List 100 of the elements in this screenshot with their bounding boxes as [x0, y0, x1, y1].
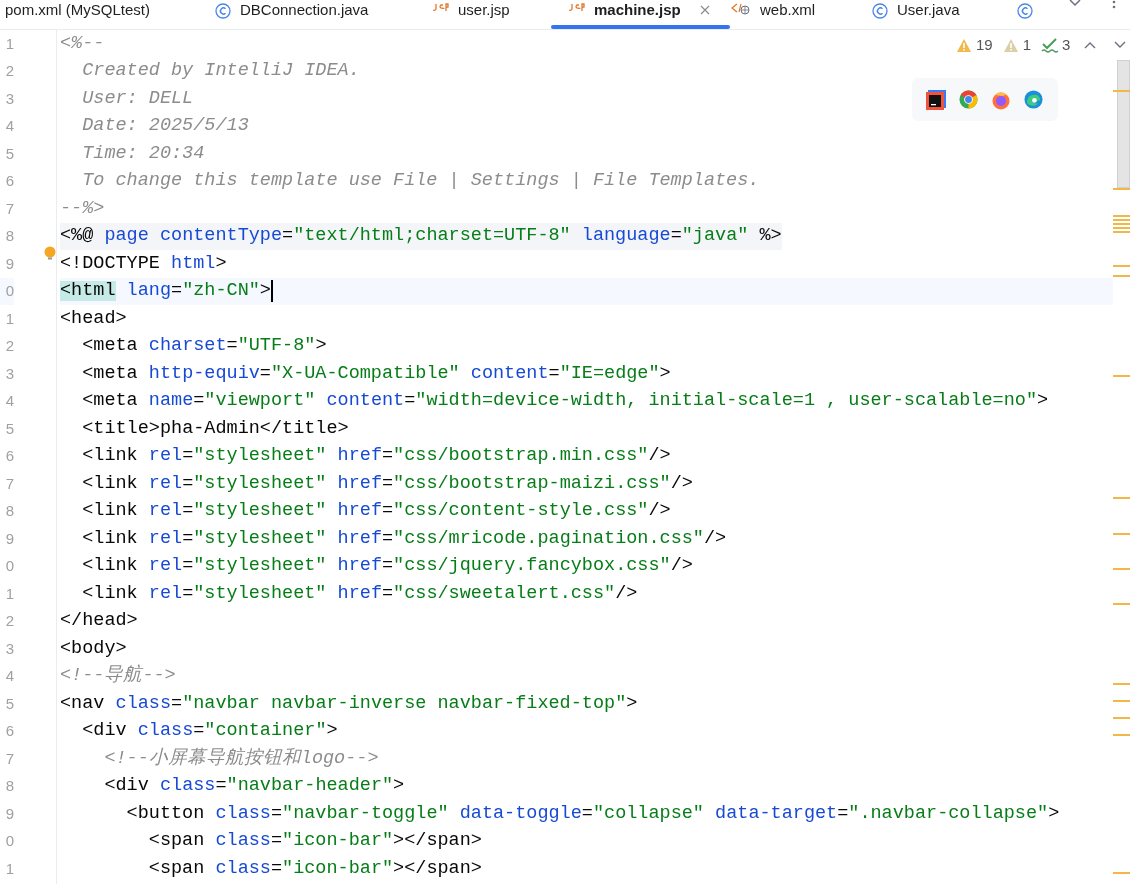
- code-tag: <meta: [60, 363, 138, 384]
- error-stripe-mark[interactable]: [1113, 603, 1130, 605]
- code-attribute: rel: [147, 446, 183, 467]
- code-text: =: [182, 583, 194, 604]
- code-text: =: [182, 556, 194, 577]
- error-stripe-mark[interactable]: [1113, 568, 1130, 570]
- error-stripe-mark[interactable]: [1113, 188, 1130, 190]
- close-icon[interactable]: [699, 5, 710, 15]
- code-text: =: [182, 473, 194, 494]
- code-comment: <!--导航-->: [60, 666, 176, 687]
- code-attribute: data-target: [714, 803, 838, 824]
- line-number: 6: [5, 171, 14, 191]
- error-stripe-mark[interactable]: [1113, 683, 1130, 685]
- edge-icon[interactable]: [1024, 90, 1043, 109]
- more-icon[interactable]: [1112, 0, 1116, 10]
- code-tag: </title>: [259, 418, 349, 439]
- code-comment: <!--小屏幕导航按钮和logo-->: [103, 748, 379, 769]
- editor-tab[interactable]: DBConnection.java: [215, 0, 369, 29]
- code-tag: >: [1048, 803, 1060, 824]
- line-number: 4: [5, 116, 14, 136]
- code-attribute: href: [336, 528, 382, 549]
- code-text: =: [215, 776, 227, 797]
- scroll-thumb[interactable]: [1117, 60, 1130, 188]
- code-tag: />: [648, 501, 671, 522]
- matched-tag: <html: [60, 281, 116, 302]
- line-number: 6: [5, 721, 14, 741]
- code-text: =: [270, 858, 283, 879]
- error-stripe-mark[interactable]: [1113, 700, 1130, 702]
- code-string: "navbar-toggle": [282, 803, 449, 824]
- code-string: "stylesheet": [193, 528, 327, 549]
- weak-warning-icon[interactable]: [1002, 37, 1019, 53]
- class-icon: [872, 3, 888, 19]
- code-tag: <meta: [60, 336, 138, 357]
- code-text: =: [837, 803, 849, 824]
- code-text: =: [259, 363, 271, 384]
- error-stripe-mark[interactable]: [1113, 215, 1130, 217]
- error-stripe-mark[interactable]: [1113, 497, 1130, 499]
- code-tag: >: [215, 253, 227, 274]
- line-number: 5: [5, 418, 14, 439]
- next-icon[interactable]: [1114, 41, 1127, 50]
- code-string: "UTF-8": [237, 336, 316, 357]
- code-string: "css/sweetalert.css": [393, 583, 616, 604]
- bulb-icon[interactable]: [44, 246, 56, 260]
- code-attribute: href: [336, 583, 382, 604]
- jsp-file-icon: [568, 3, 585, 12]
- error-stripe-mark[interactable]: [1113, 275, 1130, 277]
- code-text: =: [382, 473, 394, 494]
- editor-tab[interactable]: machine.jsp: [551, 0, 730, 29]
- chrome-icon[interactable]: [959, 90, 978, 109]
- line-number: 3: [5, 88, 14, 109]
- weak-warning-count: 1: [1022, 35, 1032, 55]
- code-text: =: [270, 803, 283, 824]
- error-stripe-mark[interactable]: [1113, 872, 1130, 874]
- code-attribute: href: [336, 501, 382, 522]
- line-number: 7: [5, 473, 14, 494]
- error-stripe-mark[interactable]: [1113, 265, 1130, 267]
- warning-count: 19: [976, 35, 993, 55]
- editor-tab[interactable]: user.jsp: [432, 0, 510, 29]
- code-tag: >: [659, 363, 671, 384]
- warning-icon[interactable]: [956, 37, 972, 53]
- error-stripe-mark[interactable]: [1113, 231, 1130, 233]
- code-comment: To change this template use File | Settings | File Templates.: [81, 171, 760, 192]
- code-text: =: [193, 721, 205, 742]
- error-stripe-mark[interactable]: [1113, 223, 1130, 225]
- code-tag: <%@: [60, 226, 94, 247]
- line-number: 5: [5, 143, 14, 164]
- line-number: 6: [5, 446, 14, 466]
- code-tag: <nav: [60, 693, 105, 714]
- line-number: 2: [5, 336, 14, 356]
- error-stripe-mark[interactable]: [1113, 717, 1130, 719]
- typo-check-icon[interactable]: [1041, 37, 1059, 53]
- editor-tab[interactable]: pom.xml (MySQLtest): [5, 0, 151, 29]
- editor-tab[interactable]: User.java: [872, 0, 960, 29]
- code-attribute: href: [336, 473, 382, 494]
- line-number: 9: [5, 528, 14, 549]
- class-icon: [1017, 3, 1033, 19]
- code-text: =: [270, 831, 283, 852]
- firefox-icon[interactable]: [991, 89, 1011, 110]
- code-tag: <!DOCTYPE: [60, 253, 160, 274]
- code-text: =: [182, 501, 194, 522]
- error-stripe-mark[interactable]: [1113, 734, 1130, 736]
- error-stripe-mark[interactable]: [1113, 227, 1130, 229]
- error-stripe-mark[interactable]: [1113, 219, 1130, 221]
- code-tag: %>: [748, 226, 782, 247]
- code-string: "viewport": [204, 391, 316, 412]
- ide-icon[interactable]: [926, 89, 946, 110]
- error-stripe-mark[interactable]: [1113, 533, 1130, 535]
- code-string: "css/mricode.pagination.css": [393, 528, 704, 549]
- editor-tab[interactable]: web.xml: [731, 0, 815, 29]
- line-number: 4: [5, 391, 14, 411]
- code-tag: <link: [60, 528, 138, 549]
- code-text: =: [171, 693, 183, 714]
- code-string: "collapse": [592, 803, 704, 824]
- code-tag: <link: [60, 473, 138, 494]
- error-stripe-mark[interactable]: [1113, 90, 1130, 92]
- code-attribute: class: [136, 721, 194, 742]
- chevron-down-icon[interactable]: [1068, 0, 1082, 8]
- code-attribute: name: [147, 391, 194, 412]
- previous-icon[interactable]: [1084, 41, 1097, 50]
- error-stripe-mark[interactable]: [1113, 375, 1130, 377]
